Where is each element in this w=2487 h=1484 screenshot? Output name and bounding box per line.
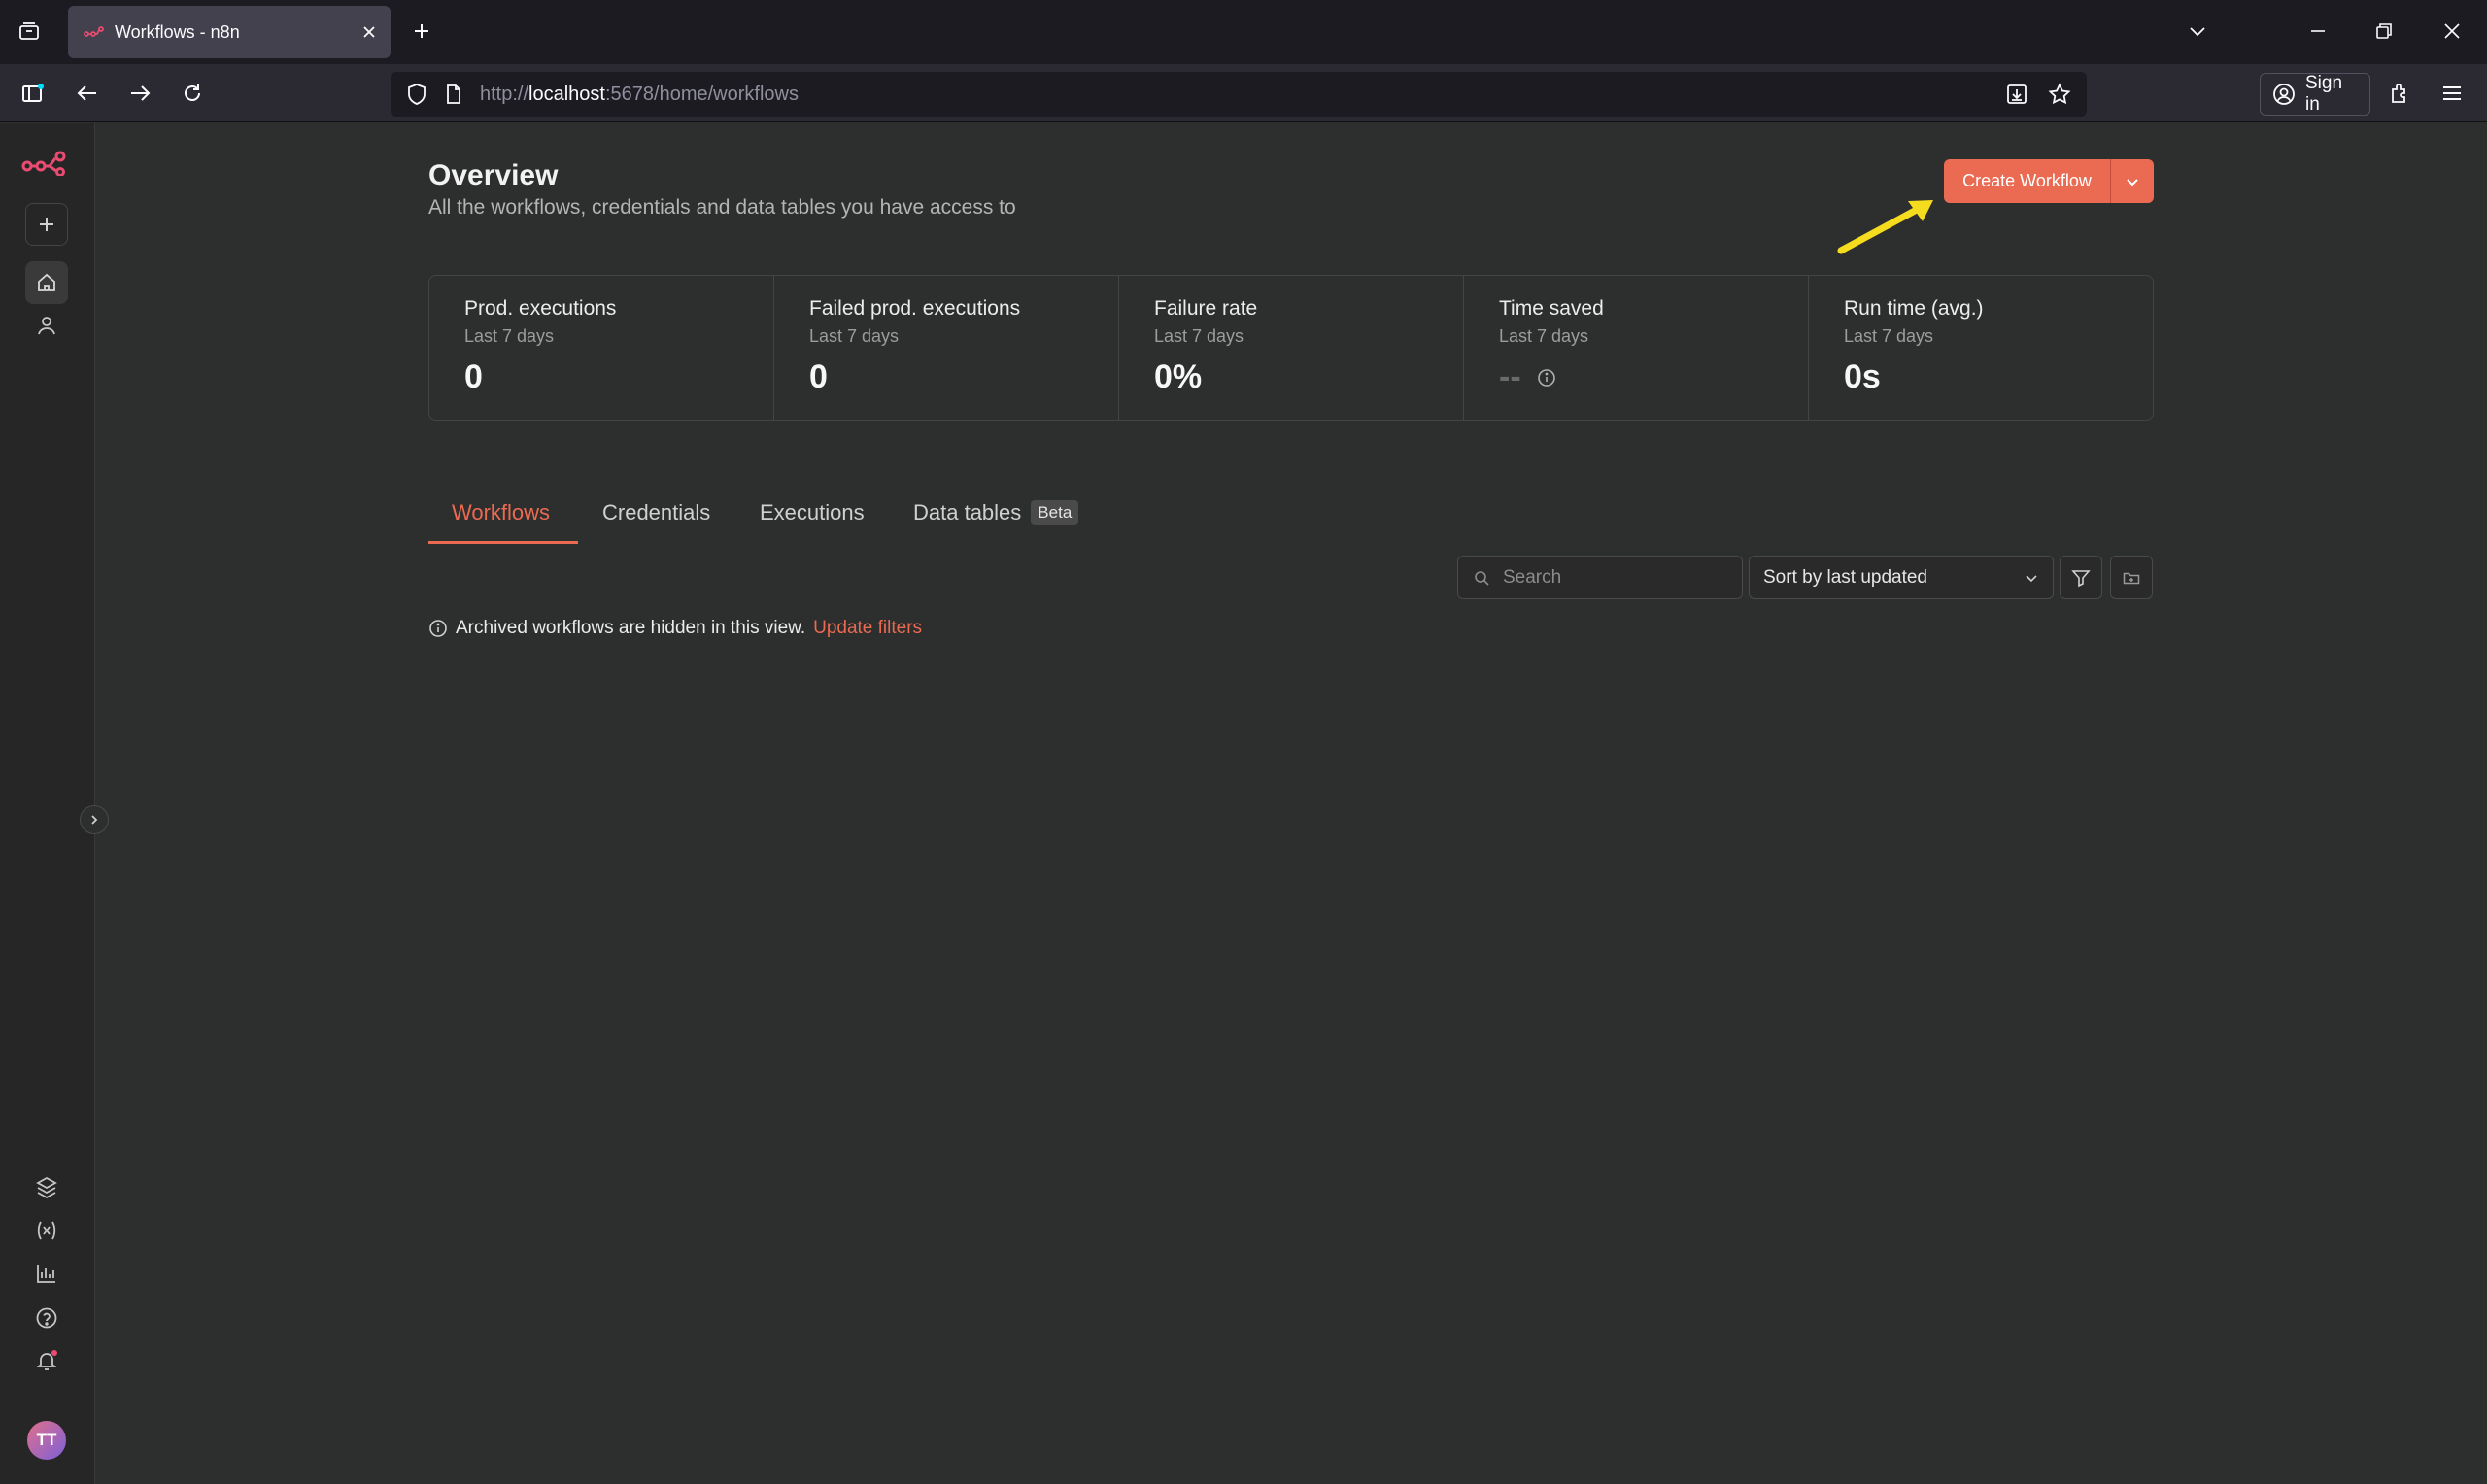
minimize-icon[interactable]: [2300, 14, 2335, 49]
content-tabs: Workflows Credentials Executions Data ta…: [428, 500, 2154, 543]
filter-button[interactable]: [2060, 556, 2102, 599]
stat-failure-rate[interactable]: Failure rate Last 7 days 0%: [1119, 276, 1464, 420]
filter-icon: [2071, 568, 2091, 588]
sign-in-button[interactable]: Sign in: [2260, 73, 2370, 116]
sort-select[interactable]: Sort by last updated: [1749, 556, 2054, 599]
stat-value-row: --: [1499, 358, 1808, 396]
create-dropdown-button[interactable]: [2111, 159, 2154, 203]
tab-credentials[interactable]: Credentials: [602, 500, 710, 525]
archived-notice: Archived workflows are hidden in this vi…: [428, 618, 922, 639]
address-bar[interactable]: http://localhost:5678/home/workflows: [391, 72, 2087, 117]
annotation-arrow-icon: [1837, 200, 1933, 254]
n8n-logo-icon[interactable]: [21, 151, 68, 176]
create-workflow-label[interactable]: Create Workflow: [1944, 159, 2111, 203]
update-filters-link[interactable]: Update filters: [813, 618, 922, 639]
stat-label: Prod. executions: [464, 297, 617, 320]
info-icon[interactable]: [1537, 368, 1556, 388]
stat-value: 0: [464, 358, 483, 395]
insights-icon[interactable]: [25, 1252, 68, 1295]
search-icon: [1474, 570, 1489, 586]
chevron-down-icon: [2024, 570, 2039, 586]
download-icon[interactable]: [2005, 83, 2028, 106]
extensions-icon[interactable]: [2382, 76, 2417, 111]
stat-value: 0%: [1154, 358, 1203, 395]
new-folder-button[interactable]: [2110, 556, 2153, 599]
stat-value: --: [1499, 358, 1521, 395]
bell-icon[interactable]: [25, 1339, 68, 1382]
stat-value: 0: [809, 358, 828, 395]
back-icon[interactable]: [70, 76, 105, 111]
close-window-icon[interactable]: [2435, 14, 2470, 49]
n8n-favicon-icon: [84, 25, 105, 39]
reload-icon[interactable]: [175, 76, 210, 111]
help-icon[interactable]: [25, 1297, 68, 1339]
search-input[interactable]: [1503, 566, 1697, 589]
stat-label: Failure rate: [1154, 297, 1258, 320]
notice-text: Archived workflows are hidden in this vi…: [456, 618, 806, 638]
user-icon[interactable]: [25, 304, 68, 347]
tab-title: Workflows - n8n: [115, 21, 240, 42]
avatar[interactable]: TT: [27, 1421, 66, 1460]
page-title: Overview: [428, 159, 559, 191]
stat-label: Time saved: [1499, 297, 1604, 320]
folder-icon: [2123, 570, 2140, 586]
app-sidebar: TT: [0, 123, 95, 1484]
collapse-sidebar-button[interactable]: [80, 805, 109, 834]
stat-period: Last 7 days: [809, 326, 900, 346]
stat-failed-prod-executions[interactable]: Failed prod. executions Last 7 days 0: [774, 276, 1119, 420]
page-subtitle: All the workflows, credentials and data …: [428, 196, 1016, 219]
active-tab-indicator: [428, 541, 578, 544]
stat-value: 0s: [1844, 358, 1881, 395]
stat-label: Run time (avg.): [1844, 297, 1984, 320]
forward-icon[interactable]: [122, 76, 157, 111]
search-field[interactable]: [1457, 556, 1743, 599]
tab-workflows[interactable]: Workflows: [452, 500, 550, 525]
variables-icon[interactable]: [25, 1209, 68, 1252]
list-all-tabs-icon[interactable]: [2180, 14, 2215, 49]
stat-time-saved[interactable]: Time saved Last 7 days --: [1464, 276, 1809, 420]
home-icon[interactable]: [25, 261, 68, 304]
page-icon[interactable]: [445, 84, 462, 105]
sort-label: Sort by last updated: [1763, 566, 1927, 588]
add-button[interactable]: [25, 203, 68, 246]
sign-in-label: Sign in: [2305, 73, 2343, 115]
url-text[interactable]: http://localhost:5678/home/workflows: [480, 84, 799, 106]
star-icon[interactable]: [2048, 83, 2071, 106]
stat-period: Last 7 days: [1844, 326, 1934, 346]
info-icon: [428, 619, 448, 638]
stat-run-time[interactable]: Run time (avg.) Last 7 days 0s: [1809, 276, 2153, 420]
templates-icon[interactable]: [25, 1166, 68, 1209]
close-tab-icon[interactable]: [361, 24, 377, 40]
browser-tab-bar: Workflows - n8n: [0, 0, 2487, 64]
browser-tab[interactable]: Workflows - n8n: [68, 6, 391, 58]
shield-icon[interactable]: [406, 83, 427, 106]
tab-list-icon[interactable]: [12, 14, 47, 49]
stats-panel: Prod. executions Last 7 days 0 Failed pr…: [428, 275, 2154, 421]
stat-period: Last 7 days: [464, 326, 555, 346]
new-tab-icon[interactable]: [404, 14, 439, 49]
tab-data-tables-label: Data tables: [913, 500, 1022, 524]
restore-icon[interactable]: [2367, 14, 2402, 49]
tab-executions[interactable]: Executions: [760, 500, 865, 525]
stat-period: Last 7 days: [1154, 326, 1244, 346]
tab-data-tables[interactable]: Data tables Beta: [913, 500, 1079, 525]
stat-prod-executions[interactable]: Prod. executions Last 7 days 0: [429, 276, 774, 420]
stat-period: Last 7 days: [1499, 326, 1589, 346]
beta-badge: Beta: [1031, 500, 1079, 525]
account-icon: [2272, 83, 2296, 106]
sidebar-toggle-icon[interactable]: [16, 76, 51, 111]
stat-label: Failed prod. executions: [809, 297, 1021, 320]
menu-icon[interactable]: [2435, 76, 2470, 111]
create-workflow-button[interactable]: Create Workflow: [1944, 159, 2154, 203]
